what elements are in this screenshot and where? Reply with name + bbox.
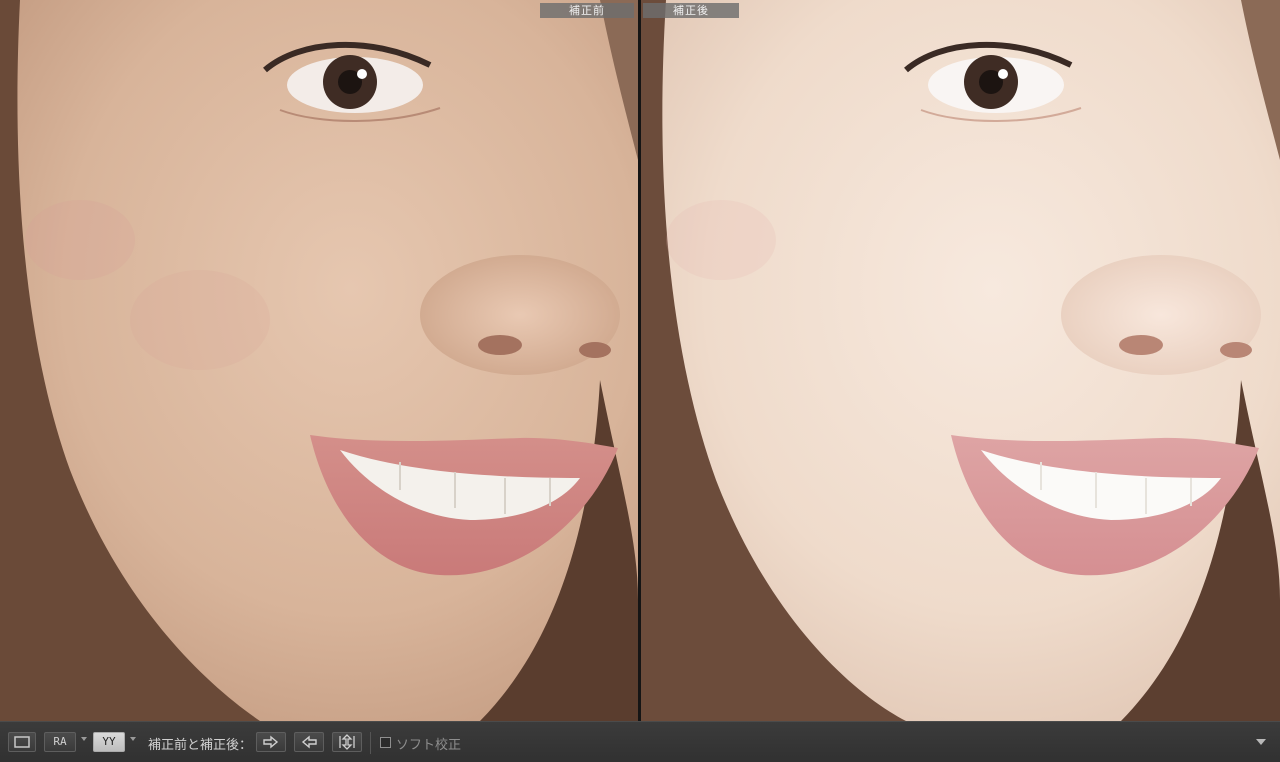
swap-before-after-button[interactable] <box>332 732 362 752</box>
yy-dropdown-caret-icon[interactable] <box>130 737 136 741</box>
arrow-left-icon <box>301 735 317 749</box>
photo-editor-window: 補正前 補正後 RA YY 補正前と補正後： ソフト校正 <box>0 0 1280 762</box>
after-pane[interactable]: 補正後 <box>641 0 1280 721</box>
after-label: 補正後 <box>643 3 739 18</box>
soft-proof-label[interactable]: ソフト校正 <box>396 734 461 753</box>
single-view-icon <box>14 736 30 748</box>
bottom-toolbar: RA YY 補正前と補正後： ソフト校正 <box>0 721 1280 762</box>
arrow-right-icon <box>263 735 279 749</box>
soft-proof-checkbox[interactable] <box>380 737 391 748</box>
chevron-down-icon[interactable] <box>1256 739 1266 745</box>
loupe-view-button[interactable] <box>8 732 36 752</box>
copy-after-to-before-button[interactable] <box>294 732 324 752</box>
before-after-viewer: 補正前 補正後 <box>0 0 1280 721</box>
before-pane[interactable]: 補正前 <box>0 0 638 721</box>
after-photo <box>641 0 1280 721</box>
before-label: 補正前 <box>540 3 634 18</box>
before-after-left-right-button[interactable]: RA <box>44 732 76 752</box>
toolbar-separator <box>370 732 371 754</box>
before-after-side-by-side-button[interactable]: YY <box>93 732 125 752</box>
swap-vertical-icon <box>339 734 355 750</box>
copy-before-to-after-button[interactable] <box>256 732 286 752</box>
ra-dropdown-caret-icon[interactable] <box>81 737 87 741</box>
before-after-label: 補正前と補正後： <box>148 738 253 753</box>
before-photo <box>0 0 638 721</box>
